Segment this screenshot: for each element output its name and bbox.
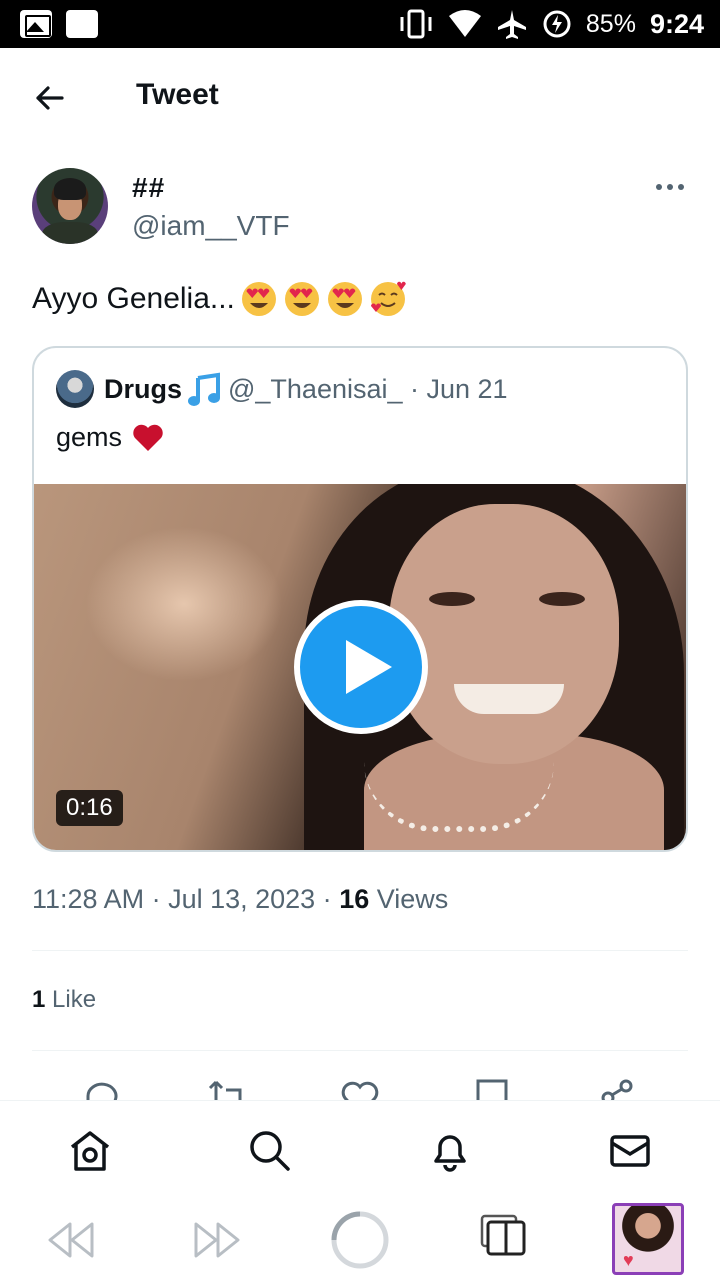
current-tab-thumbnail[interactable]: ♥ [612, 1203, 684, 1275]
heart-icon: ♥ [623, 1250, 634, 1270]
smiling-face-with-hearts-emoji-icon [370, 281, 406, 316]
quoted-tweet-body: gems [56, 422, 123, 452]
clock: 9:24 [649, 8, 704, 39]
wifi-icon [448, 10, 481, 37]
tabs-icon[interactable] [480, 1214, 528, 1258]
bottom-navigation [0, 1100, 720, 1200]
quoted-author-avatar[interactable] [56, 370, 94, 408]
likes-label: Like [45, 986, 97, 1013]
tweet-meta: 11:28 AM · Jul 13, 2023 · 16 Views [32, 884, 448, 915]
tweet-timestamp: 11:28 AM · Jul 13, 2023 · [32, 884, 340, 914]
divider [32, 950, 688, 951]
red-heart-emoji-icon [133, 424, 163, 451]
battery-level: 85% [585, 9, 636, 38]
tweet-actions [0, 1072, 720, 1102]
heart-eyes-emoji-icon [327, 282, 362, 316]
author-handle[interactable]: @iam__VTF [132, 210, 290, 242]
video-player[interactable]: 0:16 [34, 484, 686, 850]
play-icon[interactable] [294, 600, 428, 734]
vibrate-icon [400, 9, 432, 39]
like-icon[interactable] [340, 1078, 380, 1102]
quoted-tweet-text: gems [56, 422, 164, 453]
heart-eyes-emoji-icon [241, 282, 276, 316]
status-bar: 85% 9:24 [0, 0, 720, 48]
gallery-notification-icon [20, 10, 52, 38]
video-duration: 0:16 [56, 790, 123, 826]
bookmark-icon[interactable] [472, 1078, 512, 1102]
likes-count: 1 [32, 986, 46, 1013]
tweet-text: Ayyo Genelia... [32, 280, 407, 318]
arrow-left-icon[interactable] [32, 80, 68, 116]
home-icon[interactable] [66, 1127, 114, 1175]
share-icon[interactable] [598, 1078, 638, 1102]
quoted-author-name[interactable]: Drugs [104, 374, 182, 405]
reply-icon[interactable] [82, 1078, 122, 1102]
fast-forward-icon[interactable] [192, 1220, 242, 1260]
mail-icon[interactable] [606, 1127, 654, 1175]
bell-icon[interactable] [426, 1127, 474, 1175]
music-note-emoji-icon [186, 372, 222, 406]
likes-summary[interactable]: 1 Like [32, 986, 96, 1014]
views-count: 16 [339, 884, 370, 914]
quoted-author-handle: @_Thaenisai_ · Jun 21 [228, 374, 508, 404]
square-notification-icon [66, 10, 98, 38]
author-avatar[interactable] [32, 168, 108, 244]
quoted-tweet-card[interactable]: Drugs @_Thaenisai_ · Jun 21 gems 0:16 [32, 346, 688, 852]
rewind-icon[interactable] [46, 1220, 96, 1260]
retweet-icon[interactable] [208, 1078, 248, 1102]
heart-eyes-emoji-icon [284, 282, 319, 316]
search-icon[interactable] [246, 1127, 294, 1175]
tweet-body: Ayyo Genelia... [32, 282, 235, 315]
battery-charging-icon [543, 10, 571, 38]
airplane-icon [497, 10, 526, 39]
divider [32, 1050, 688, 1051]
author-name[interactable]: ## [132, 172, 165, 204]
page-title: Tweet [136, 78, 219, 111]
top-app-bar: Tweet [0, 48, 720, 146]
reload-icon[interactable] [330, 1210, 390, 1270]
views-label: Views [369, 884, 449, 914]
more-horizontal-icon[interactable] [652, 176, 688, 198]
